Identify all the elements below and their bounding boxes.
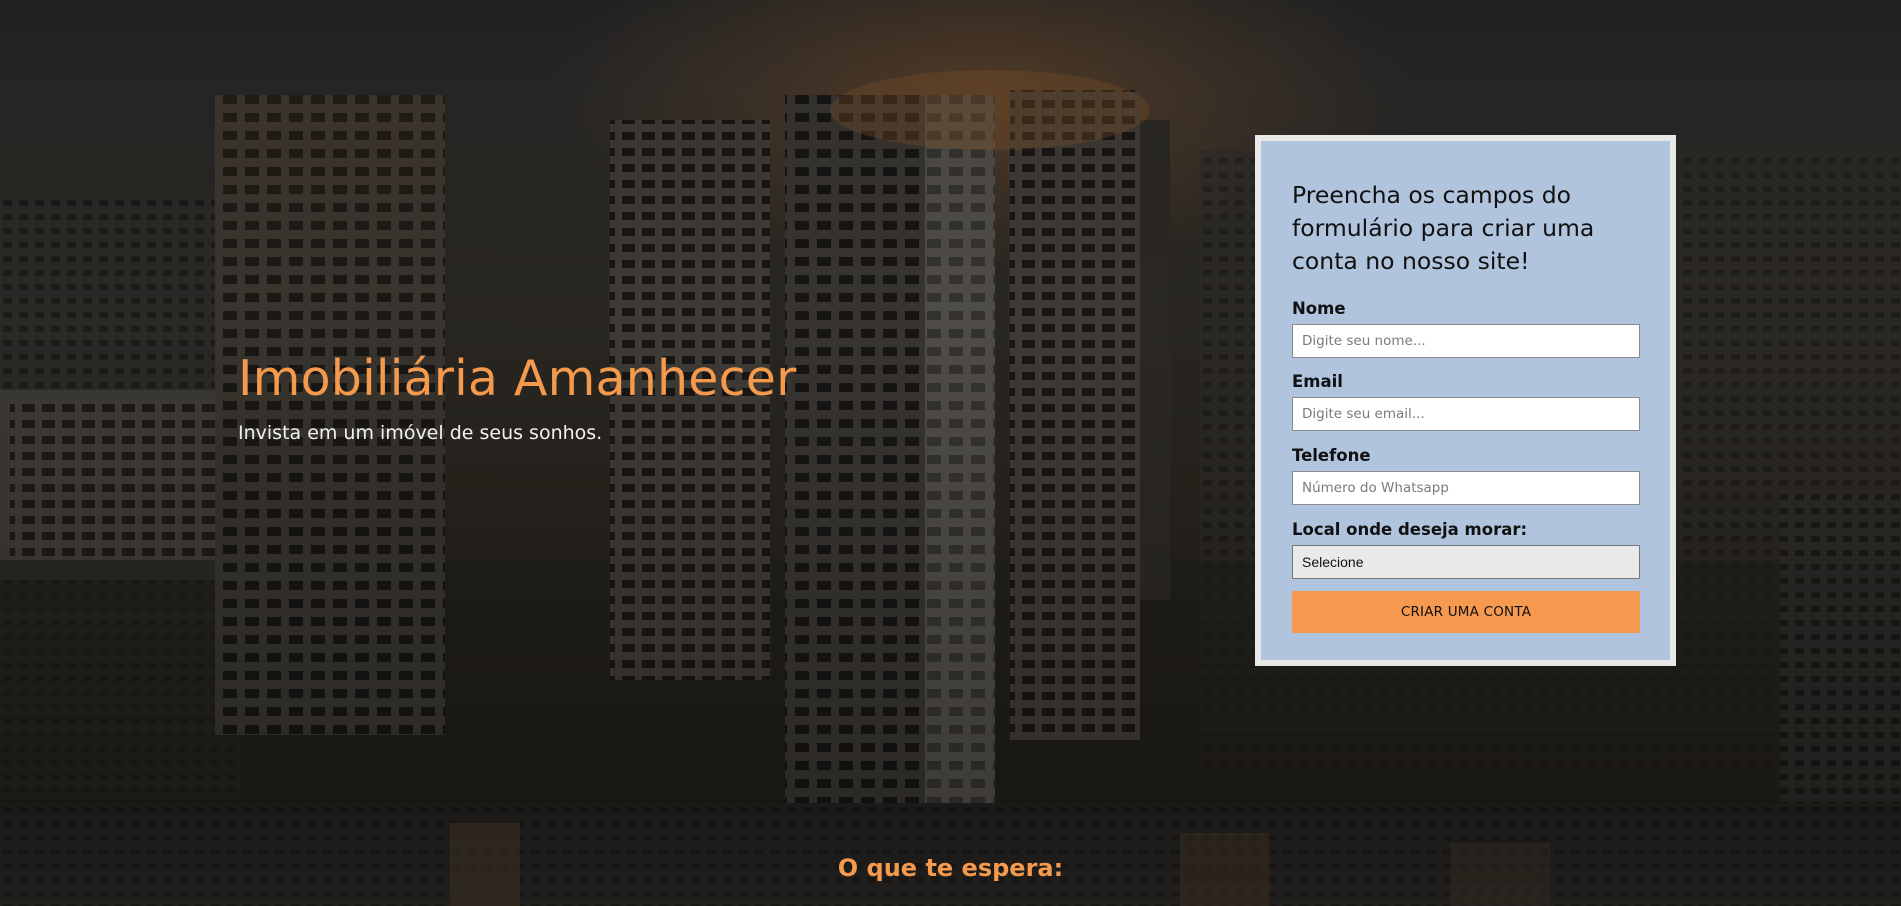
form-intro-text: Preencha os campos do formulário para cr… <box>1292 181 1595 275</box>
hero-subtitle: Invista em um imóvel de seus sonhos. <box>238 422 603 444</box>
features-section: O que te espera: <box>0 803 1901 906</box>
location-select-value: Selecione <box>1302 554 1364 570</box>
phone-input[interactable] <box>1292 471 1640 505</box>
create-account-button[interactable]: CRIAR UMA CONTA <box>1292 591 1640 633</box>
phone-label: Telefone <box>1292 446 1371 465</box>
phone-field-group: Telefone <box>1292 446 1640 505</box>
email-label: Email <box>1292 372 1343 391</box>
location-select[interactable]: Selecione <box>1292 545 1640 579</box>
name-label: Nome <box>1292 299 1346 318</box>
location-field-group: Local onde deseja morar: Selecione <box>1292 520 1640 579</box>
email-field-group: Email <box>1292 372 1640 431</box>
name-input[interactable] <box>1292 324 1640 358</box>
email-input[interactable] <box>1292 397 1640 431</box>
features-title: O que te espera: <box>837 854 1064 882</box>
signup-form: Preencha os campos do formulário para cr… <box>1255 135 1676 666</box>
hero-title: Imobiliária Amanhecer <box>238 350 797 407</box>
location-label: Local onde deseja morar: <box>1292 520 1528 539</box>
name-field-group: Nome <box>1292 299 1640 358</box>
